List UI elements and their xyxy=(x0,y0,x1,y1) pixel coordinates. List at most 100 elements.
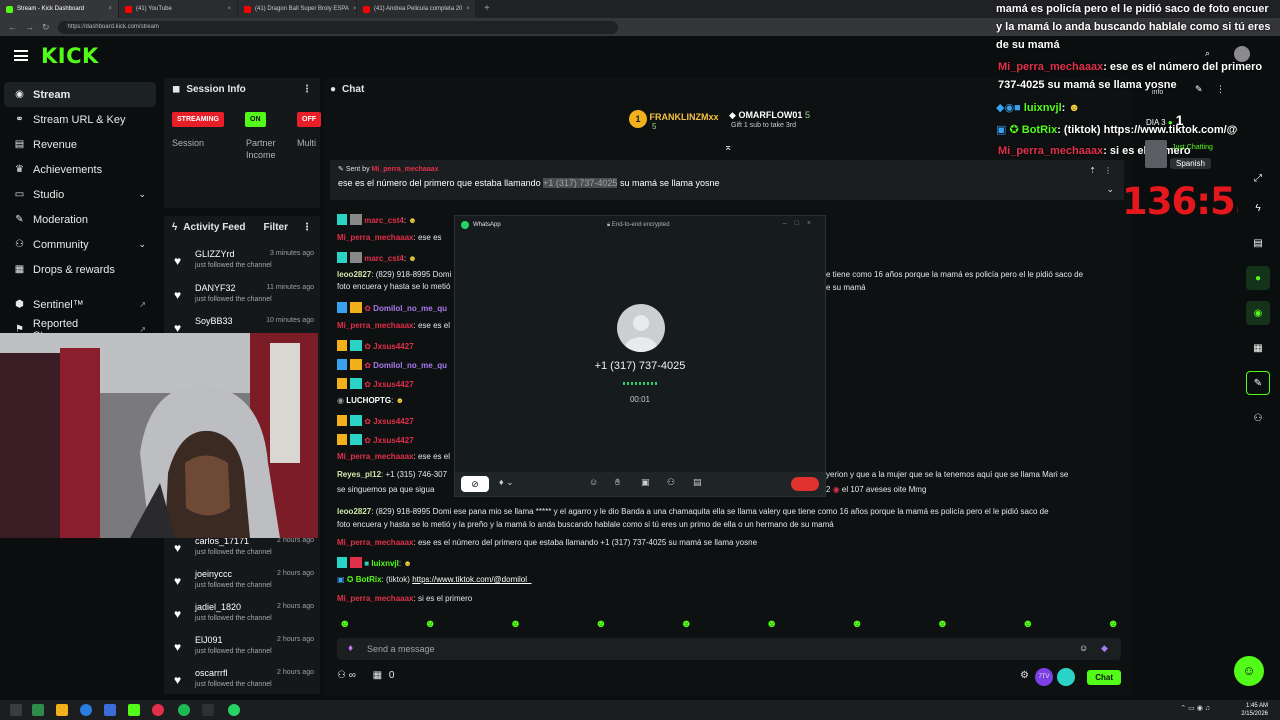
sidebar-item-revenue[interactable]: ▤ Revenue xyxy=(0,132,160,157)
emote-icon[interactable]: ☻ xyxy=(937,618,949,630)
chat-username[interactable]: Jxsus4427 xyxy=(373,436,413,445)
sidebar-item-drops-rewards[interactable]: ▦ Drops & rewards xyxy=(0,257,160,282)
people-icon[interactable]: ⚇ xyxy=(1246,406,1270,430)
sidebar-item-moderation[interactable]: ✎ Moderation xyxy=(0,207,160,232)
gear-icon[interactable]: ⚙ xyxy=(1020,670,1029,681)
more-options-icon[interactable]: ⋮ xyxy=(302,222,312,233)
sidebar-item-community[interactable]: ⚇ Community ⌄ xyxy=(0,232,160,257)
layers-icon[interactable]: ▦ xyxy=(1246,336,1270,360)
kick-logo[interactable]: KICK xyxy=(41,44,99,68)
gifter-name[interactable]: OMARFLOW01 xyxy=(738,110,802,120)
reload-icon[interactable]: ↻ xyxy=(42,22,50,33)
sidebar-item-stream-url-key[interactable]: ⚭ Stream URL & Key xyxy=(0,107,160,132)
microphone-icon[interactable]: ♦ xyxy=(348,643,353,654)
chat-username[interactable]: Jxsus4427 xyxy=(373,342,413,351)
taskbar-clock[interactable]: 1:45 AM 2/15/2026 xyxy=(1241,702,1268,718)
back-icon[interactable]: ← xyxy=(8,22,17,32)
follower-name[interactable]: oscarrrfl xyxy=(195,668,228,678)
lightning-icon[interactable]: ϟ xyxy=(1246,196,1270,220)
chat-username[interactable]: Mi_perra_mechaaax xyxy=(337,538,414,547)
chat-link[interactable]: https://www.tiktok.com/@domilol_ xyxy=(412,575,531,584)
gifter-name[interactable]: FRANKLINZMxx xyxy=(650,112,719,122)
end-call-button[interactable] xyxy=(791,477,819,491)
chat-username[interactable]: Mi_perra_mechaaax xyxy=(337,321,414,330)
expand-icon[interactable]: ⤢ xyxy=(1246,166,1270,190)
more-options-icon[interactable]: ⋮ xyxy=(1104,166,1112,175)
terminal-icon[interactable] xyxy=(202,704,214,716)
emoji-icon[interactable]: ☺ xyxy=(1079,643,1088,653)
chat-username[interactable]: luixnvjl xyxy=(371,559,399,568)
pinned-user[interactable]: Mi_perra_mechaaax xyxy=(372,166,439,173)
emote-icon[interactable]: ☻ xyxy=(510,618,522,630)
sidebar-item-sentinel[interactable]: ⬢ Sentinel™ ↗ xyxy=(0,292,160,317)
tab-dragon-ball[interactable]: (41) Dragon Ball Super Broly ESPA × xyxy=(238,0,356,18)
chat-username[interactable]: marc_cst4 xyxy=(364,216,404,225)
search-icon[interactable]: ⌕ xyxy=(1205,48,1210,59)
gift-icon[interactable]: ▦ xyxy=(373,670,382,681)
tab-youtube[interactable]: (41) YouTube × xyxy=(119,0,237,18)
url-field[interactable]: https://dashboard.kick.com/stream xyxy=(57,20,618,34)
multistream-off-toggle[interactable]: OFF xyxy=(297,112,321,127)
close-icon[interactable]: × xyxy=(466,6,470,12)
follower-name[interactable]: SoyBB33 xyxy=(195,316,233,326)
follower-name[interactable]: GLIZZYrd xyxy=(195,249,235,259)
follower-name[interactable]: ElJ091 xyxy=(195,635,223,645)
chat-username[interactable]: Jxsus4427 xyxy=(373,380,413,389)
emote-icon[interactable]: ☻ xyxy=(766,618,778,630)
emote-icon[interactable]: ☻ xyxy=(424,618,436,630)
tab-andrea[interactable]: (41) Andrea Pelicula completa 20 × xyxy=(357,0,475,18)
chat-username[interactable]: Jxsus4427 xyxy=(373,417,413,426)
more-options-icon[interactable]: ▤ xyxy=(693,477,702,488)
add-person-icon[interactable]: ⚇ xyxy=(667,477,675,488)
chat-rail-icon[interactable]: ● xyxy=(1246,266,1270,290)
window-controls[interactable]: –□× xyxy=(783,220,819,227)
emote-icon[interactable]: ☻ xyxy=(1022,618,1034,630)
chevron-down-icon[interactable]: ⌄ xyxy=(1106,184,1114,195)
broadcast-rail-icon[interactable]: ◉ xyxy=(1246,301,1270,325)
follower-name[interactable]: jadiel_1820 xyxy=(195,602,241,612)
chrome-icon[interactable] xyxy=(152,704,164,716)
send-icon[interactable]: ◆ xyxy=(1101,643,1108,654)
screen-share-icon[interactable]: ▣ xyxy=(641,477,650,488)
menu-icon[interactable] xyxy=(14,50,28,61)
chat-username[interactable]: leoo2827 xyxy=(337,270,371,279)
kick-app-icon[interactable] xyxy=(128,704,140,716)
help-button[interactable]: ☺ xyxy=(1234,656,1264,686)
filter-button[interactable]: Filter xyxy=(264,222,288,233)
forward-icon[interactable]: → xyxy=(25,22,34,32)
wrench-icon[interactable]: ✎ xyxy=(1246,371,1270,395)
emote-icon[interactable]: ☻ xyxy=(339,618,351,630)
more-options-icon[interactable]: ⋮ xyxy=(1216,84,1225,95)
sidebar-item-studio[interactable]: ▭ Studio ⌄ xyxy=(0,182,160,207)
chat-username[interactable]: LUCHOPTG xyxy=(346,396,391,405)
follower-name[interactable]: DANYF32 xyxy=(195,283,236,293)
video-off-button[interactable]: ⊘ xyxy=(461,476,489,492)
spotify-icon[interactable] xyxy=(178,704,190,716)
new-tab-button[interactable]: + xyxy=(476,0,498,18)
chat-username[interactable]: Domilol_no_me_qu xyxy=(373,304,447,313)
chat-username[interactable]: Mi_perra_mechaaax xyxy=(337,594,414,603)
chat-username[interactable]: Reyes_pl12 xyxy=(337,470,381,479)
app-icon[interactable] xyxy=(104,704,116,716)
chat-message-input[interactable]: Send a message xyxy=(337,638,1121,660)
chat-username[interactable]: Mi_perra_mechaaax xyxy=(337,233,414,242)
sidebar-item-achievements[interactable]: ♛ Achievements xyxy=(0,157,160,182)
close-icon[interactable]: × xyxy=(227,6,231,12)
hand-icon[interactable]: ✋︎ xyxy=(615,477,620,488)
tab-kick-dashboard[interactable]: Stream - Kick Dashboard × xyxy=(0,0,118,18)
sidebar-item-stream[interactable]: ◉ Stream xyxy=(4,82,156,107)
document-icon[interactable]: ▤ xyxy=(1246,231,1270,255)
chat-username[interactable]: marc_cst4 xyxy=(364,254,404,263)
7tv-icon[interactable]: 7TV xyxy=(1035,668,1053,686)
chat-username[interactable]: BotRix xyxy=(356,575,382,584)
edit-icon[interactable]: ✎ xyxy=(1195,84,1203,95)
emoji-icon[interactable]: ☺ xyxy=(589,477,598,487)
more-options-icon[interactable]: ⋮ xyxy=(302,84,312,95)
extension-icon[interactable] xyxy=(1057,668,1075,686)
chat-username[interactable]: Mi_perra_mechaaax xyxy=(337,452,414,461)
follower-name[interactable]: joeinyccc xyxy=(195,569,232,579)
chat-username[interactable]: Domilol_no_me_qu xyxy=(373,361,447,370)
start-icon[interactable] xyxy=(10,704,22,716)
chat-send-button[interactable]: Chat xyxy=(1087,670,1121,685)
avatar[interactable] xyxy=(1234,46,1250,62)
